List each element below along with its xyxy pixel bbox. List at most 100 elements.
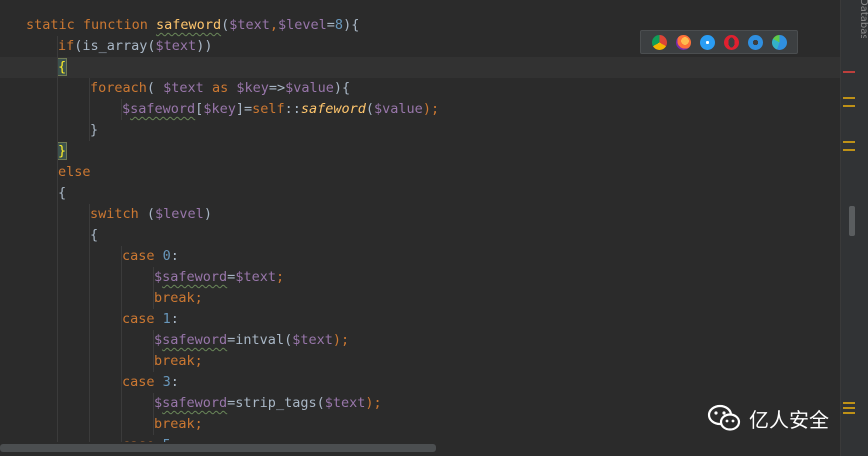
code-line-content: break; xyxy=(26,416,203,432)
code-line-content: $safeword=$text; xyxy=(26,269,284,285)
code-line[interactable]: foreach( $text as $key=>$value){ xyxy=(26,78,439,99)
chrome-icon[interactable] xyxy=(651,34,667,50)
wechat-icon xyxy=(707,404,741,431)
firefox-icon[interactable] xyxy=(675,34,691,50)
code-area[interactable]: static function safeword($text,$level=8)… xyxy=(26,15,439,456)
warning-marker[interactable] xyxy=(843,412,855,414)
code-token: =intval( xyxy=(227,332,293,348)
code-line[interactable]: $safeword=strip_tags($text); xyxy=(26,393,439,414)
code-token: 8 xyxy=(334,17,344,33)
code-line[interactable]: break; xyxy=(26,414,439,435)
code-line[interactable]: { xyxy=(26,57,439,78)
code-token: break xyxy=(154,290,195,306)
code-line-content: if(is_array($text)) xyxy=(26,38,212,54)
indent-guide xyxy=(121,267,122,288)
code-token: ; xyxy=(194,290,203,306)
code-line[interactable]: case 0: xyxy=(26,246,439,267)
horizontal-scrollbar-thumb[interactable] xyxy=(0,444,436,452)
code-token: break xyxy=(154,416,195,432)
indent-guide xyxy=(57,351,58,372)
indent-guide xyxy=(89,393,90,414)
warning-marker[interactable] xyxy=(843,141,855,143)
code-line[interactable]: case 1: xyxy=(26,309,439,330)
code-token: static function xyxy=(26,17,157,33)
warning-marker[interactable] xyxy=(843,97,855,99)
indent-guide xyxy=(89,99,90,120)
code-token: ){ xyxy=(343,17,360,33)
error-marker[interactable] xyxy=(843,71,855,73)
code-line[interactable]: } xyxy=(26,141,439,162)
watermark: 亿人安全 xyxy=(707,402,829,434)
code-token: $text xyxy=(324,395,366,411)
indent-guide xyxy=(89,267,90,288)
code-editor[interactable]: static function safeword($text,$level=8)… xyxy=(0,0,840,456)
code-token: safeword xyxy=(162,395,228,411)
code-token: )) xyxy=(196,38,213,54)
indent-guide xyxy=(57,162,58,183)
code-line[interactable]: static function safeword($text,$level=8)… xyxy=(26,15,439,36)
code-line[interactable]: $safeword[$key]=self::safeword($value); xyxy=(26,99,439,120)
safari-icon[interactable] xyxy=(699,34,715,50)
code-line-content: break; xyxy=(26,290,203,306)
code-line[interactable]: case 3: xyxy=(26,372,439,393)
code-token: ; xyxy=(194,353,203,369)
indent-guide xyxy=(121,246,122,267)
code-line-content: } xyxy=(26,122,98,138)
code-token: :: xyxy=(284,101,301,117)
code-line[interactable]: switch ($level) xyxy=(26,204,439,225)
indent-guide xyxy=(89,288,90,309)
indent-guide xyxy=(121,309,122,330)
code-line-content: static function safeword($text,$level=8)… xyxy=(26,17,359,33)
code-token: $text xyxy=(229,17,270,33)
code-token: ( xyxy=(146,206,156,222)
warning-marker[interactable] xyxy=(843,407,855,409)
code-token: $ xyxy=(154,332,163,348)
code-line-content: { xyxy=(26,185,66,201)
warning-marker[interactable] xyxy=(843,149,855,151)
code-line-content: } xyxy=(26,142,68,160)
indent-guide xyxy=(57,36,58,57)
code-token: safeword xyxy=(130,101,196,117)
code-line[interactable]: break; xyxy=(26,288,439,309)
code-line-content: case 3: xyxy=(26,374,179,390)
code-token: $ xyxy=(122,101,131,117)
vertical-scrollbar-thumb[interactable] xyxy=(849,206,855,236)
code-token: : xyxy=(170,311,179,327)
code-token: break xyxy=(154,353,195,369)
code-line[interactable]: } xyxy=(26,120,439,141)
indent-guide xyxy=(121,351,122,372)
indent-guide xyxy=(121,288,122,309)
code-token: { xyxy=(56,58,68,76)
code-token: foreach xyxy=(90,80,147,96)
code-token: 3 xyxy=(162,374,171,390)
warning-marker[interactable] xyxy=(843,105,855,107)
code-line[interactable]: else xyxy=(26,162,439,183)
indent-guide xyxy=(57,288,58,309)
indent-guide xyxy=(57,267,58,288)
code-token: $value xyxy=(374,101,423,117)
indent-guide xyxy=(89,78,90,99)
code-token: } xyxy=(90,122,99,138)
code-line[interactable]: if(is_array($text)) xyxy=(26,36,439,57)
warning-marker[interactable] xyxy=(843,402,855,404)
code-line[interactable]: break; xyxy=(26,351,439,372)
code-line[interactable]: { xyxy=(26,183,439,204)
ie-icon[interactable] xyxy=(747,34,763,50)
indent-guide xyxy=(89,372,90,393)
indent-guide xyxy=(57,204,58,225)
code-line[interactable]: $safeword=intval($text); xyxy=(26,330,439,351)
horizontal-scrollbar[interactable] xyxy=(0,442,840,456)
indent-guide xyxy=(153,267,154,288)
edge-icon[interactable] xyxy=(771,34,787,50)
code-token: safeword xyxy=(156,17,222,33)
code-token: { xyxy=(90,227,99,243)
code-line-content: { xyxy=(26,227,98,243)
code-line[interactable]: $safeword=$text; xyxy=(26,267,439,288)
indent-guide xyxy=(57,99,58,120)
code-token: ); xyxy=(365,395,382,411)
indent-guide xyxy=(89,351,90,372)
browser-preview-toolbar xyxy=(640,30,798,54)
code-line[interactable]: { xyxy=(26,225,439,246)
database-tab[interactable]: Database xyxy=(855,0,868,38)
opera-icon[interactable] xyxy=(723,34,739,50)
